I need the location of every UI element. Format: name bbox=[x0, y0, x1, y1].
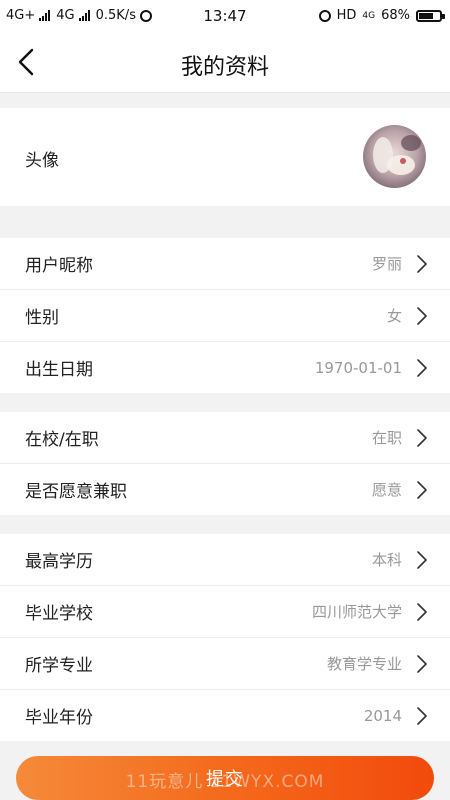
grad-year-row[interactable]: 毕业年份 2014 bbox=[0, 690, 450, 741]
school-label: 毕业学校 bbox=[25, 604, 93, 624]
chevron-right-icon bbox=[417, 707, 427, 725]
nickname-row[interactable]: 用户昵称 罗丽 bbox=[0, 238, 450, 290]
avatar-label: 头像 bbox=[25, 151, 59, 171]
battery-icon bbox=[416, 9, 445, 22]
chevron-right-icon bbox=[417, 551, 427, 569]
avatar-image bbox=[363, 125, 426, 188]
network-type-right: 4G bbox=[362, 10, 376, 21]
education-section: 最高学历 本科 毕业学校 四川师范大学 所学专业 教育学专业 毕业年份 2014 bbox=[0, 534, 450, 741]
school-or-work-label: 在校/在职 bbox=[25, 430, 99, 450]
nickname-value: 罗丽 bbox=[371, 255, 402, 273]
basic-info-section: 用户昵称 罗丽 性别 女 出生日期 1970-01-01 bbox=[0, 238, 450, 393]
degree-label: 最高学历 bbox=[25, 552, 93, 572]
gender-value: 女 bbox=[386, 307, 402, 325]
birth-date-row[interactable]: 出生日期 1970-01-01 bbox=[0, 342, 450, 393]
grad-year-value: 2014 bbox=[363, 706, 402, 725]
school-or-work-value: 在职 bbox=[371, 429, 402, 447]
chevron-right-icon bbox=[417, 429, 427, 447]
submit-label: 提交 bbox=[206, 769, 244, 790]
gender-row[interactable]: 性别 女 bbox=[0, 290, 450, 342]
part-time-row[interactable]: 是否愿意兼职 愿意 bbox=[0, 464, 450, 515]
chevron-right-icon bbox=[417, 255, 427, 273]
chevron-right-icon bbox=[417, 603, 427, 621]
chevron-right-icon bbox=[417, 307, 427, 325]
alarm-icon bbox=[318, 9, 331, 22]
status-bar: 4G+ 4G 0.5K/s 13:47 HD 4G 68% bbox=[0, 0, 450, 32]
part-time-value: 愿意 bbox=[371, 481, 402, 499]
chevron-right-icon bbox=[417, 655, 427, 673]
school-or-work-row[interactable]: 在校/在职 在职 bbox=[0, 412, 450, 464]
nav-bar: 我的资料 bbox=[0, 32, 450, 93]
school-value: 四川师范大学 bbox=[311, 603, 402, 621]
avatar[interactable] bbox=[363, 125, 426, 188]
major-label: 所学专业 bbox=[25, 656, 93, 676]
battery-percent: 68% bbox=[381, 8, 410, 23]
part-time-label: 是否愿意兼职 bbox=[25, 482, 127, 502]
degree-row[interactable]: 最高学历 本科 bbox=[0, 534, 450, 586]
hd-indicator: HD bbox=[336, 8, 357, 23]
birth-date-value: 1970-01-01 bbox=[314, 358, 402, 377]
birth-date-label: 出生日期 bbox=[25, 360, 93, 380]
school-row[interactable]: 毕业学校 四川师范大学 bbox=[0, 586, 450, 638]
status-right: HD 4G 68% bbox=[318, 8, 445, 23]
major-value: 教育学专业 bbox=[326, 655, 402, 673]
gender-label: 性别 bbox=[25, 308, 59, 328]
nickname-label: 用户昵称 bbox=[25, 256, 93, 276]
page-title: 我的资料 bbox=[180, 55, 269, 80]
degree-value: 本科 bbox=[371, 551, 402, 569]
chevron-right-icon bbox=[417, 359, 427, 377]
avatar-row[interactable]: 头像 bbox=[0, 108, 450, 206]
chevron-right-icon bbox=[417, 481, 427, 499]
major-row[interactable]: 所学专业 教育学专业 bbox=[0, 638, 450, 690]
grad-year-label: 毕业年份 bbox=[25, 708, 93, 728]
work-status-section: 在校/在职 在职 是否愿意兼职 愿意 bbox=[0, 412, 450, 515]
